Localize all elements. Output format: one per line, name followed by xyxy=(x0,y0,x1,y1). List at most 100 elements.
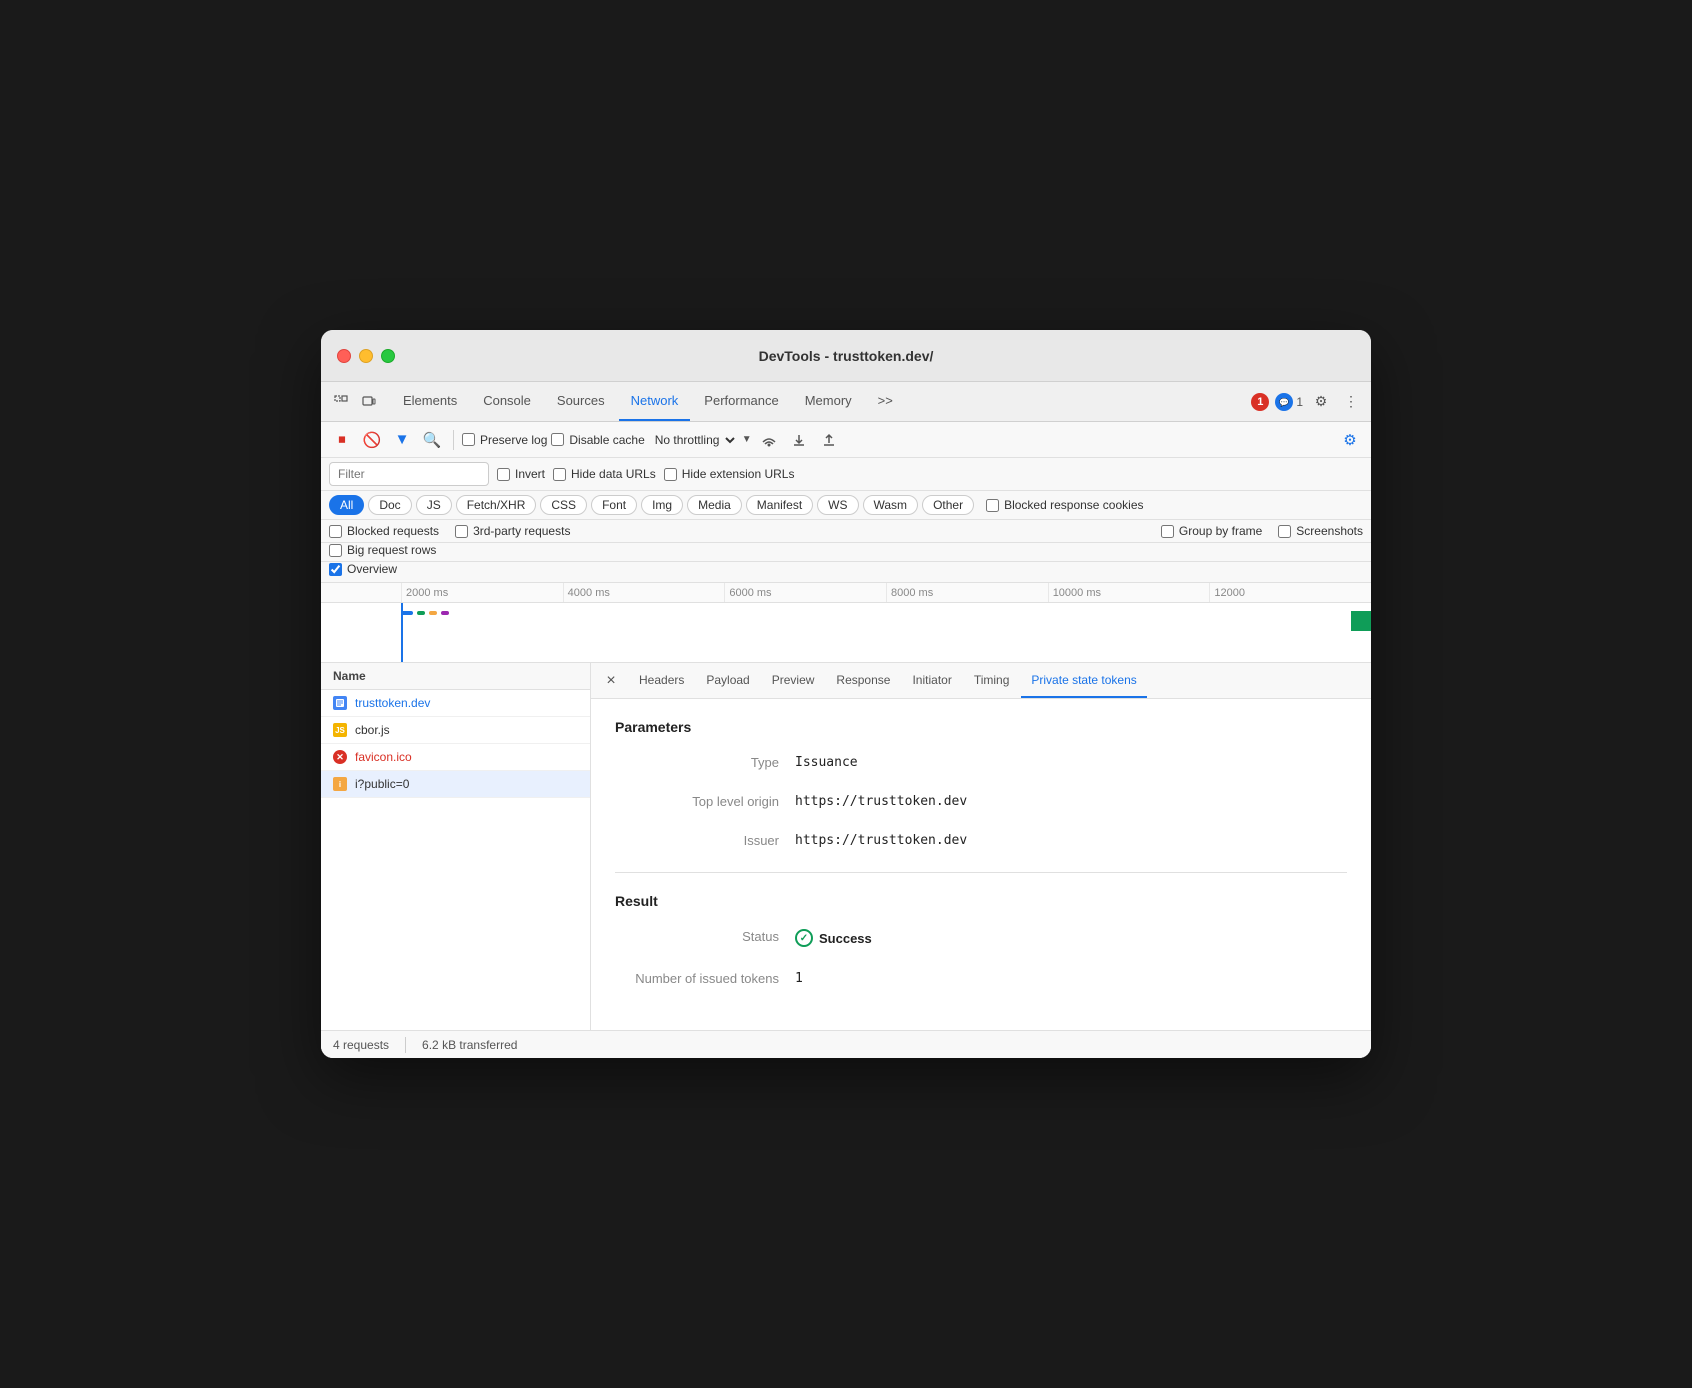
req-icon-js: JS xyxy=(333,723,347,737)
hide-data-urls-text: Hide data URLs xyxy=(571,467,656,481)
group-frame-label[interactable]: Group by frame xyxy=(1161,524,1262,538)
detail-tab-preview[interactable]: Preview xyxy=(762,663,825,698)
blocked-cookies-label[interactable]: Blocked response cookies xyxy=(986,498,1143,512)
type-btn-img[interactable]: Img xyxy=(641,495,683,515)
type-btn-manifest[interactable]: Manifest xyxy=(746,495,813,515)
request-item-ipublic[interactable]: i i?public=0 xyxy=(321,771,590,798)
settings-icon[interactable]: ⚙ xyxy=(1309,390,1333,414)
invert-label[interactable]: Invert xyxy=(497,467,545,481)
detail-close-button[interactable]: × xyxy=(599,669,623,693)
preserve-log-text: Preserve log xyxy=(480,433,547,447)
tab-elements[interactable]: Elements xyxy=(391,382,469,421)
tab-console[interactable]: Console xyxy=(471,382,543,421)
request-item-cbor[interactable]: JS cbor.js xyxy=(321,717,590,744)
devtools-window: DevTools - trusttoken.dev/ Elem xyxy=(321,330,1371,1058)
group-frame-checkbox[interactable] xyxy=(1161,525,1174,538)
tab-performance[interactable]: Performance xyxy=(692,382,790,421)
preserve-log-checkbox[interactable] xyxy=(462,433,475,446)
requests-count: 4 requests xyxy=(333,1038,389,1052)
blocked-cookies-checkbox[interactable] xyxy=(986,499,999,512)
detail-tab-timing[interactable]: Timing xyxy=(964,663,1020,698)
export-button[interactable] xyxy=(816,427,842,453)
req-name-cbor: cbor.js xyxy=(355,723,390,737)
ruler-mark-6: 12000 xyxy=(1209,583,1371,602)
warn-badge: 💬 1 xyxy=(1275,393,1303,411)
tab-network[interactable]: Network xyxy=(619,382,691,421)
preserve-log-label[interactable]: Preserve log xyxy=(462,433,547,447)
traffic-lights xyxy=(337,349,395,363)
network-settings-button[interactable]: ⚙ xyxy=(1337,427,1363,453)
type-btn-css[interactable]: CSS xyxy=(540,495,587,515)
detail-tabs: × Headers Payload Preview Response Initi… xyxy=(591,663,1371,699)
blocked-requests-checkbox[interactable] xyxy=(329,525,342,538)
tab-memory[interactable]: Memory xyxy=(793,382,864,421)
third-party-checkbox[interactable] xyxy=(455,525,468,538)
hide-data-urls-label[interactable]: Hide data URLs xyxy=(553,467,656,481)
big-rows-label[interactable]: Big request rows xyxy=(329,543,436,557)
filter-icon[interactable]: ▼ xyxy=(389,427,415,453)
tab-sources[interactable]: Sources xyxy=(545,382,617,421)
overview-text: Overview xyxy=(347,562,397,576)
error-count[interactable]: 1 xyxy=(1251,393,1269,411)
blocked-requests-label[interactable]: Blocked requests xyxy=(329,524,439,538)
request-item-trusttoken[interactable]: trusttoken.dev xyxy=(321,690,590,717)
options-left-2: Big request rows xyxy=(329,543,436,557)
overview-label[interactable]: Overview xyxy=(329,562,397,576)
type-btn-media[interactable]: Media xyxy=(687,495,742,515)
warn-count-label: 1 xyxy=(1296,395,1303,409)
overview-checkbox[interactable] xyxy=(329,563,342,576)
network-conditions-icon[interactable] xyxy=(756,427,782,453)
type-btn-other[interactable]: Other xyxy=(922,495,974,515)
devtools-body: Elements Console Sources Network Perform… xyxy=(321,382,1371,1058)
screenshots-checkbox[interactable] xyxy=(1278,525,1291,538)
request-item-favicon[interactable]: ✕ favicon.ico xyxy=(321,744,590,771)
req-name-trusttoken: trusttoken.dev xyxy=(355,696,430,710)
big-rows-checkbox[interactable] xyxy=(329,544,342,557)
import-button[interactable] xyxy=(786,427,812,453)
type-btn-fetchxhr[interactable]: Fetch/XHR xyxy=(456,495,537,515)
hide-extension-urls-label[interactable]: Hide extension URLs xyxy=(664,467,795,481)
detail-tab-private-state-tokens[interactable]: Private state tokens xyxy=(1021,663,1146,698)
tab-more[interactable]: >> xyxy=(866,382,905,421)
tbar-4 xyxy=(441,611,449,615)
detail-tab-headers[interactable]: Headers xyxy=(629,663,694,698)
invert-checkbox[interactable] xyxy=(497,468,510,481)
type-btn-all[interactable]: All xyxy=(329,495,364,515)
type-btn-doc[interactable]: Doc xyxy=(368,495,411,515)
third-party-label[interactable]: 3rd-party requests xyxy=(455,524,570,538)
ruler-mark-3: 6000 ms xyxy=(724,583,886,602)
throttle-dropdown-icon[interactable]: ▼ xyxy=(742,434,752,445)
stop-recording-button[interactable]: ⏹ xyxy=(329,427,355,453)
search-button[interactable]: 🔍 xyxy=(419,427,445,453)
filter-input[interactable] xyxy=(329,462,489,486)
throttle-select[interactable]: No throttling xyxy=(649,432,738,448)
disable-cache-label[interactable]: Disable cache xyxy=(551,433,644,447)
type-btn-font[interactable]: Font xyxy=(591,495,637,515)
options-bar-3: Overview xyxy=(321,562,1371,583)
titlebar: DevTools - trusttoken.dev/ xyxy=(321,330,1371,382)
param-row-issuer: Issuer https://trusttoken.dev xyxy=(615,833,1347,848)
clear-button[interactable]: 🚫 xyxy=(359,427,385,453)
disable-cache-checkbox[interactable] xyxy=(551,433,564,446)
hide-extension-urls-text: Hide extension URLs xyxy=(682,467,795,481)
param-row-origin: Top level origin https://trusttoken.dev xyxy=(615,794,1347,809)
type-btn-wasm[interactable]: Wasm xyxy=(863,495,919,515)
detail-tab-initiator[interactable]: Initiator xyxy=(902,663,961,698)
hide-extension-urls-checkbox[interactable] xyxy=(664,468,677,481)
more-options-icon[interactable]: ⋮ xyxy=(1339,390,1363,414)
maximize-button[interactable] xyxy=(381,349,395,363)
screenshots-label[interactable]: Screenshots xyxy=(1278,524,1363,538)
type-btn-ws[interactable]: WS xyxy=(817,495,858,515)
type-btn-js[interactable]: JS xyxy=(416,495,452,515)
status-value: Success xyxy=(819,931,872,946)
detail-content: Parameters Type Issuance Top level origi… xyxy=(591,699,1371,1030)
cursor-icon[interactable] xyxy=(329,390,353,414)
minimize-button[interactable] xyxy=(359,349,373,363)
device-icon[interactable] xyxy=(357,390,381,414)
detail-tab-payload[interactable]: Payload xyxy=(696,663,759,698)
close-button[interactable] xyxy=(337,349,351,363)
detail-tab-response[interactable]: Response xyxy=(826,663,900,698)
hide-data-urls-checkbox[interactable] xyxy=(553,468,566,481)
timeline-content xyxy=(321,603,1371,663)
error-badge: 1 xyxy=(1251,393,1269,411)
